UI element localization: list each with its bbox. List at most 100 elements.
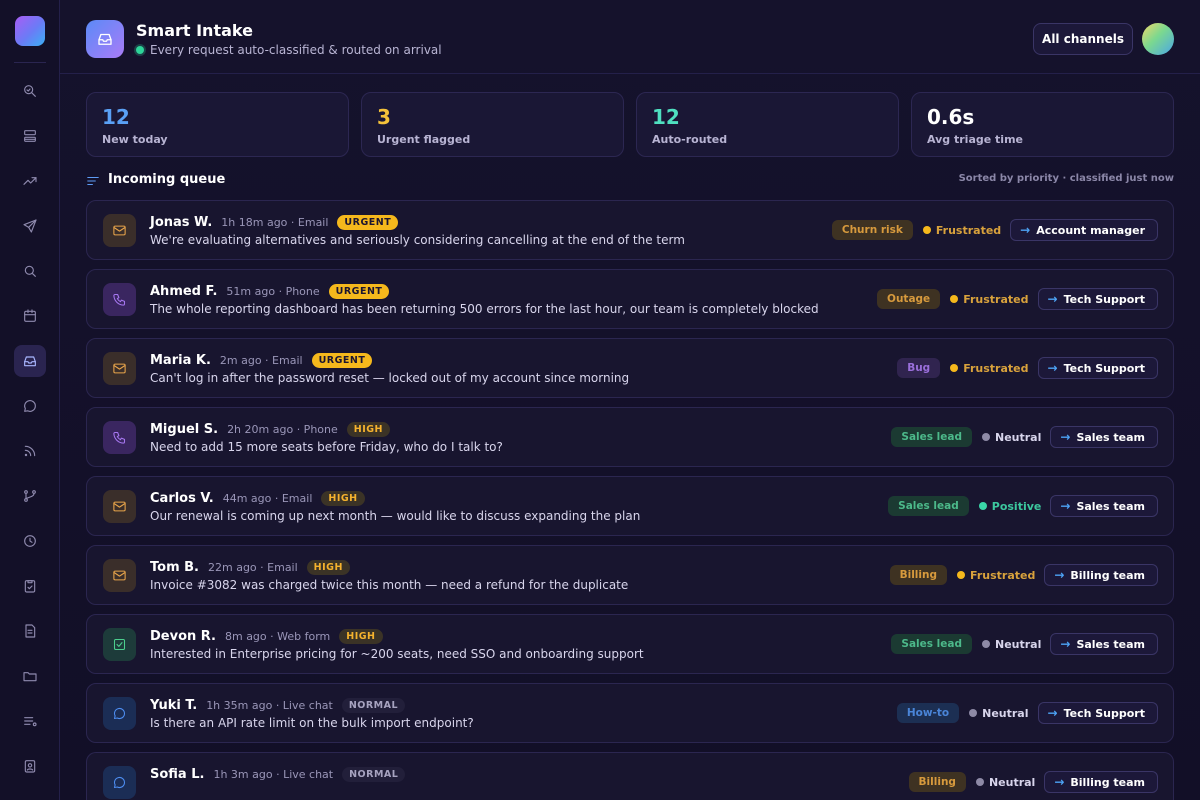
channel-filter-button[interactable]: All channels bbox=[1033, 23, 1133, 55]
sentiment-indicator: Frustrated bbox=[922, 223, 1002, 237]
stat-label: Auto-routed bbox=[652, 133, 728, 146]
table-row[interactable]: Tom B. 22m ago · Email HIGH Invoice #308… bbox=[86, 545, 1174, 605]
chat-icon[interactable] bbox=[14, 390, 46, 422]
ticket-sender: Sofia L. bbox=[150, 766, 205, 782]
route-button[interactable]: → Tech Support bbox=[1037, 702, 1158, 724]
sentiment-indicator: Neutral bbox=[982, 431, 1041, 444]
ticket-meta: 1h 35m ago · Live chat bbox=[206, 698, 333, 712]
category-tag: How-to bbox=[896, 703, 960, 723]
arrow-right-icon: → bbox=[1054, 568, 1065, 582]
sentiment-label: Frustrated bbox=[935, 223, 1002, 237]
priority-badge: HIGH bbox=[321, 490, 365, 506]
sentiment-dot bbox=[957, 571, 966, 579]
calendar-icon[interactable] bbox=[14, 300, 46, 332]
category-tag: Bug bbox=[897, 358, 941, 378]
route-button[interactable]: → Billing team bbox=[1044, 564, 1158, 586]
inbox-stack-icon[interactable] bbox=[14, 120, 46, 152]
ticket-sender: Carlos V. bbox=[150, 490, 214, 506]
table-row[interactable]: Carlos V. 44m ago · Email HIGH Our renew… bbox=[86, 476, 1174, 536]
table-row[interactable]: Maria K. 2m ago · Email URGENT Can't log… bbox=[86, 338, 1174, 398]
ticket-sender: Yuki T. bbox=[150, 697, 198, 713]
phone-icon bbox=[103, 283, 136, 316]
category-tag: Billing bbox=[889, 565, 948, 585]
sentiment-label: Frustrated bbox=[970, 568, 1036, 582]
table-row[interactable]: Yuki T. 1h 35m ago · Live chat NORMAL Is… bbox=[86, 683, 1174, 743]
priority-badge: NORMAL bbox=[342, 766, 406, 782]
sentiment-dot bbox=[982, 640, 990, 648]
category-tag: Outage bbox=[877, 289, 941, 309]
send-icon[interactable] bbox=[14, 210, 46, 242]
arrow-right-icon: → bbox=[1060, 430, 1071, 444]
ticket-message: Interested in Enterprise pricing for ~20… bbox=[150, 647, 644, 661]
sentiment-indicator: Frustrated bbox=[950, 362, 1029, 375]
queue-title: Incoming queue bbox=[108, 172, 226, 187]
ticket-meta: 22m ago · Email bbox=[208, 560, 298, 574]
badge-icon[interactable] bbox=[14, 750, 46, 782]
ticket-message: Can't log in after the password reset — … bbox=[150, 371, 630, 385]
table-row[interactable]: Jonas W. 1h 18m ago · Email URGENT We're… bbox=[86, 200, 1174, 260]
stat-value: 12 bbox=[652, 105, 680, 129]
stat-card-avg-triage: 0.6s Avg triage time bbox=[911, 92, 1174, 157]
queue-header: Incoming queue Sorted by priority · clas… bbox=[86, 170, 1174, 190]
stat-value: 12 bbox=[102, 105, 130, 129]
list-icon[interactable] bbox=[14, 705, 46, 737]
route-label: Tech Support bbox=[1063, 706, 1145, 720]
ticket-message: Invoice #3082 was charged twice this mon… bbox=[150, 578, 629, 592]
clock-icon[interactable] bbox=[14, 525, 46, 557]
table-row[interactable]: Ahmed F. 51m ago · Phone URGENT The whol… bbox=[86, 269, 1174, 329]
arrow-right-icon: → bbox=[1020, 223, 1031, 237]
sentiment-dot bbox=[978, 502, 987, 510]
app-logo[interactable] bbox=[15, 16, 45, 46]
trending-icon[interactable] bbox=[14, 165, 46, 197]
priority-badge: HIGH bbox=[346, 421, 390, 437]
arrow-right-icon: → bbox=[1054, 775, 1065, 789]
sidebar bbox=[0, 0, 60, 800]
sentiment-dot bbox=[975, 778, 984, 786]
route-button[interactable]: → Account manager bbox=[1010, 219, 1158, 241]
route-button[interactable]: → Tech Support bbox=[1037, 357, 1158, 379]
ticket-message: Need to add 15 more seats before Friday,… bbox=[150, 440, 503, 454]
chat-icon bbox=[103, 697, 136, 730]
avatar[interactable] bbox=[1142, 23, 1174, 55]
arrow-right-icon: → bbox=[1047, 292, 1058, 306]
clipboard-check-icon[interactable] bbox=[14, 570, 46, 602]
sentiment-label: Neutral bbox=[995, 637, 1042, 651]
sentiment-indicator: Frustrated bbox=[957, 569, 1035, 582]
rss-icon[interactable] bbox=[14, 435, 46, 467]
folder-icon[interactable] bbox=[14, 660, 46, 692]
table-row[interactable]: Sofia L. 1h 3m ago · Live chat NORMAL Bi… bbox=[86, 752, 1174, 800]
route-label: Billing team bbox=[1070, 775, 1145, 789]
sentiment-dot bbox=[950, 295, 959, 303]
sentiment-dot bbox=[969, 709, 978, 717]
search-icon[interactable] bbox=[14, 255, 46, 287]
route-label: Sales team bbox=[1076, 499, 1145, 513]
route-button[interactable]: → Sales team bbox=[1050, 426, 1158, 448]
sidebar-divider bbox=[14, 62, 46, 63]
ticket-meta: 1h 3m ago · Live chat bbox=[213, 767, 334, 781]
route-button[interactable]: → Tech Support bbox=[1037, 288, 1158, 310]
subtitle-text: Every request auto-classified & routed o… bbox=[150, 43, 442, 57]
inbox-icon[interactable] bbox=[14, 345, 46, 377]
live-status-dot bbox=[136, 46, 144, 54]
ticket-meta: 51m ago · Phone bbox=[226, 284, 320, 298]
ticket-sender: Miguel S. bbox=[150, 421, 219, 437]
priority-badge: NORMAL bbox=[341, 697, 406, 713]
stat-label: New today bbox=[102, 133, 168, 146]
arrow-right-icon: → bbox=[1047, 706, 1058, 720]
search-insights-icon[interactable] bbox=[14, 75, 46, 107]
route-button[interactable]: → Billing team bbox=[1044, 771, 1158, 793]
ticket-meta: 8m ago · Web form bbox=[224, 629, 331, 643]
app-root: Smart Intake Every request auto-classifi… bbox=[0, 0, 1200, 800]
document-icon[interactable] bbox=[14, 615, 46, 647]
route-button[interactable]: → Sales team bbox=[1050, 633, 1158, 655]
table-row[interactable]: Miguel S. 2h 20m ago · Phone HIGH Need t… bbox=[86, 407, 1174, 467]
branch-icon[interactable] bbox=[14, 480, 46, 512]
page-header: Smart Intake Every request auto-classifi… bbox=[60, 0, 1200, 74]
priority-badge: HIGH bbox=[306, 559, 350, 575]
email-icon bbox=[103, 352, 136, 385]
table-row[interactable]: Devon R. 8m ago · Web form HIGH Interest… bbox=[86, 614, 1174, 674]
ticket-sender: Devon R. bbox=[150, 628, 216, 644]
sentiment-label: Neutral bbox=[982, 706, 1029, 720]
route-button[interactable]: → Sales team bbox=[1050, 495, 1158, 517]
category-tag: Churn risk bbox=[831, 220, 913, 240]
